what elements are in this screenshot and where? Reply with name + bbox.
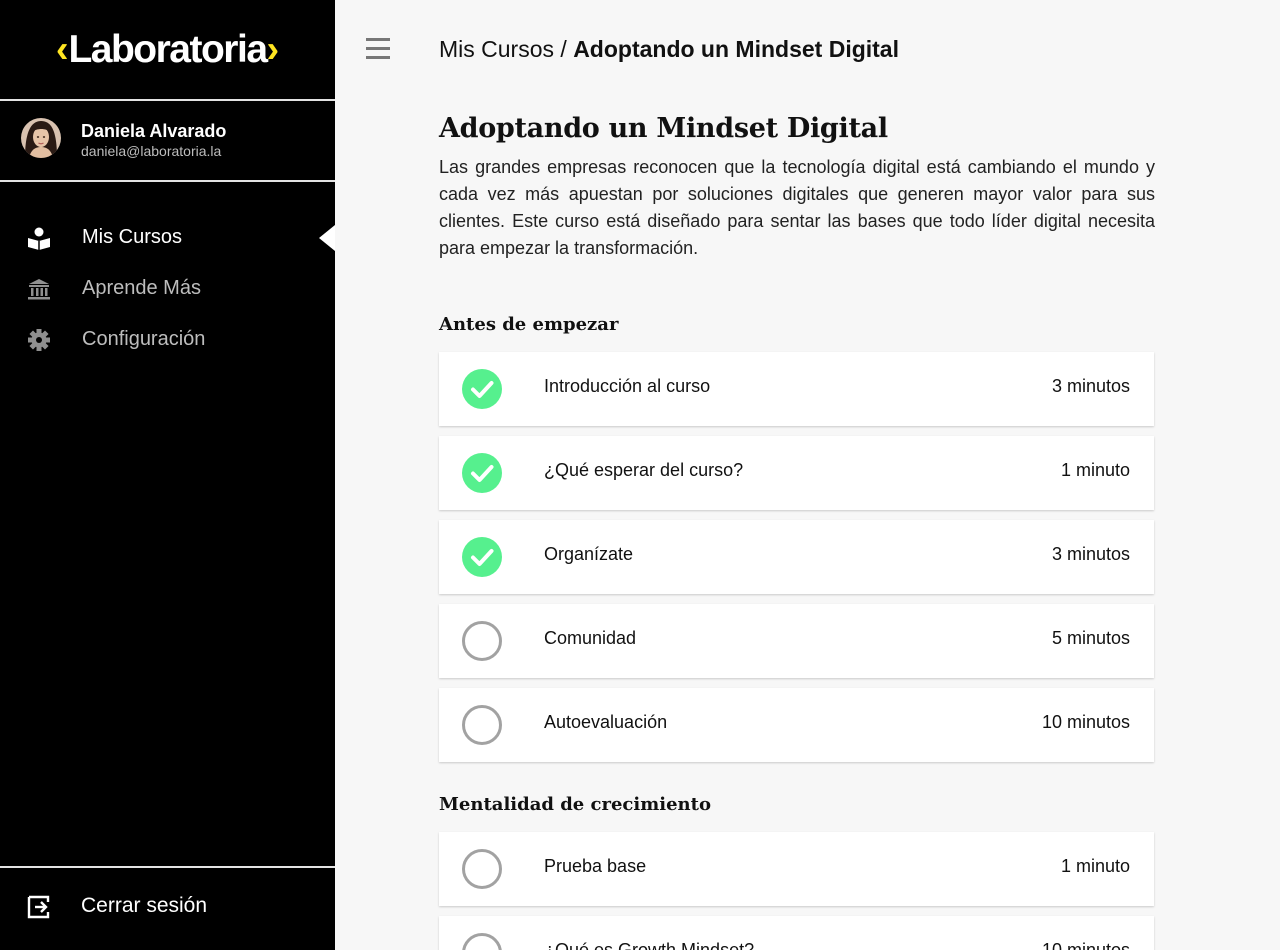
active-indicator — [319, 225, 335, 251]
lesson-duration: 1 minuto — [1060, 856, 1130, 876]
lesson-name: Introducción al curso — [544, 376, 711, 396]
lesson-name: ¿Qué esperar del curso? — [544, 460, 744, 480]
user-email: daniela@laboratoria.la — [81, 143, 222, 159]
lesson-duration: 10 minutos — [1041, 940, 1130, 950]
lesson-name: Autoevaluación — [544, 712, 668, 732]
breadcrumb-current: Adoptando un Mindset Digital — [573, 36, 899, 62]
lesson-duration: 5 minutos — [1051, 628, 1130, 648]
check-icon — [462, 453, 502, 493]
empty-circle-icon — [462, 933, 502, 950]
logout-icon — [26, 894, 52, 920]
institution-icon — [26, 277, 52, 301]
lesson-item[interactable]: Introducción al curso 3 minutos — [439, 352, 1154, 426]
page-title: Adoptando un Mindset Digital — [439, 113, 888, 144]
lesson-duration: 3 minutos — [1051, 376, 1130, 396]
sidebar-item-label: Configuración — [82, 328, 206, 350]
laboratoria-logo[interactable]: ‹Laboratoria› — [0, 28, 335, 76]
sidebar-divider — [0, 99, 335, 101]
lesson-item[interactable]: Comunidad 5 minutos — [439, 604, 1154, 678]
breadcrumb: Mis Cursos / Adoptando un Mindset Digita… — [439, 36, 899, 63]
lesson-item[interactable]: Prueba base 1 minuto — [439, 832, 1154, 906]
lesson-item[interactable]: ¿Qué es Growth Mindset? 10 minutos — [439, 916, 1154, 950]
lesson-name: Organízate — [544, 544, 634, 564]
sidebar-item-configuracion[interactable]: Configuración — [0, 318, 335, 362]
lesson-item[interactable]: Autoevaluación 10 minutos — [439, 688, 1154, 762]
lesson-duration: 1 minuto — [1060, 460, 1130, 480]
section-title: Antes de empezar — [439, 314, 619, 335]
section-title: Mentalidad de crecimiento — [439, 794, 711, 815]
logo-bracket-right: › — [266, 28, 280, 71]
user-name: Daniela Alvarado — [81, 121, 227, 141]
logo-wordmark: Laboratoria — [68, 28, 268, 71]
check-icon — [462, 537, 502, 577]
lesson-duration: 3 minutos — [1051, 544, 1130, 564]
empty-circle-icon — [462, 621, 502, 661]
sidebar-item-label: Mis Cursos — [82, 226, 183, 248]
breadcrumb-root[interactable]: Mis Cursos — [439, 36, 554, 62]
sidebar-item-mis-cursos[interactable]: Mis Cursos — [0, 216, 335, 260]
logout-label: Cerrar sesión — [81, 894, 208, 917]
empty-circle-icon — [462, 849, 502, 889]
avatar — [21, 118, 61, 158]
sidebar-item-label: Aprende Más — [82, 277, 201, 299]
user-profile[interactable]: Daniela Alvarado daniela@laboratoria.la — [21, 118, 321, 159]
gear-icon — [26, 328, 52, 352]
student-icon — [26, 226, 52, 250]
check-icon — [462, 369, 502, 409]
lesson-item[interactable]: Organízate 3 minutos — [439, 520, 1154, 594]
menu-toggle-icon[interactable] — [366, 38, 390, 60]
logo-bracket-left: ‹ — [55, 28, 69, 71]
lesson-name: Prueba base — [544, 856, 647, 876]
lesson-name: Comunidad — [544, 628, 637, 648]
breadcrumb-separator: / — [554, 36, 574, 62]
course-description: Las grandes empresas reconocen que la te… — [439, 157, 1155, 258]
sidebar-item-aprende-mas[interactable]: Aprende Más — [0, 267, 335, 311]
lesson-item[interactable]: ¿Qué esperar del curso? 1 minuto — [439, 436, 1154, 510]
logout-button[interactable]: Cerrar sesión — [0, 884, 335, 928]
empty-circle-icon — [462, 705, 502, 745]
sidebar: ‹Laboratoria› Daniela Alvarado daniela@l… — [0, 0, 335, 950]
lesson-name: ¿Qué es Growth Mindset? — [544, 940, 755, 950]
sidebar-divider — [0, 866, 335, 868]
sidebar-divider — [0, 180, 335, 182]
lesson-duration: 10 minutos — [1041, 712, 1130, 732]
